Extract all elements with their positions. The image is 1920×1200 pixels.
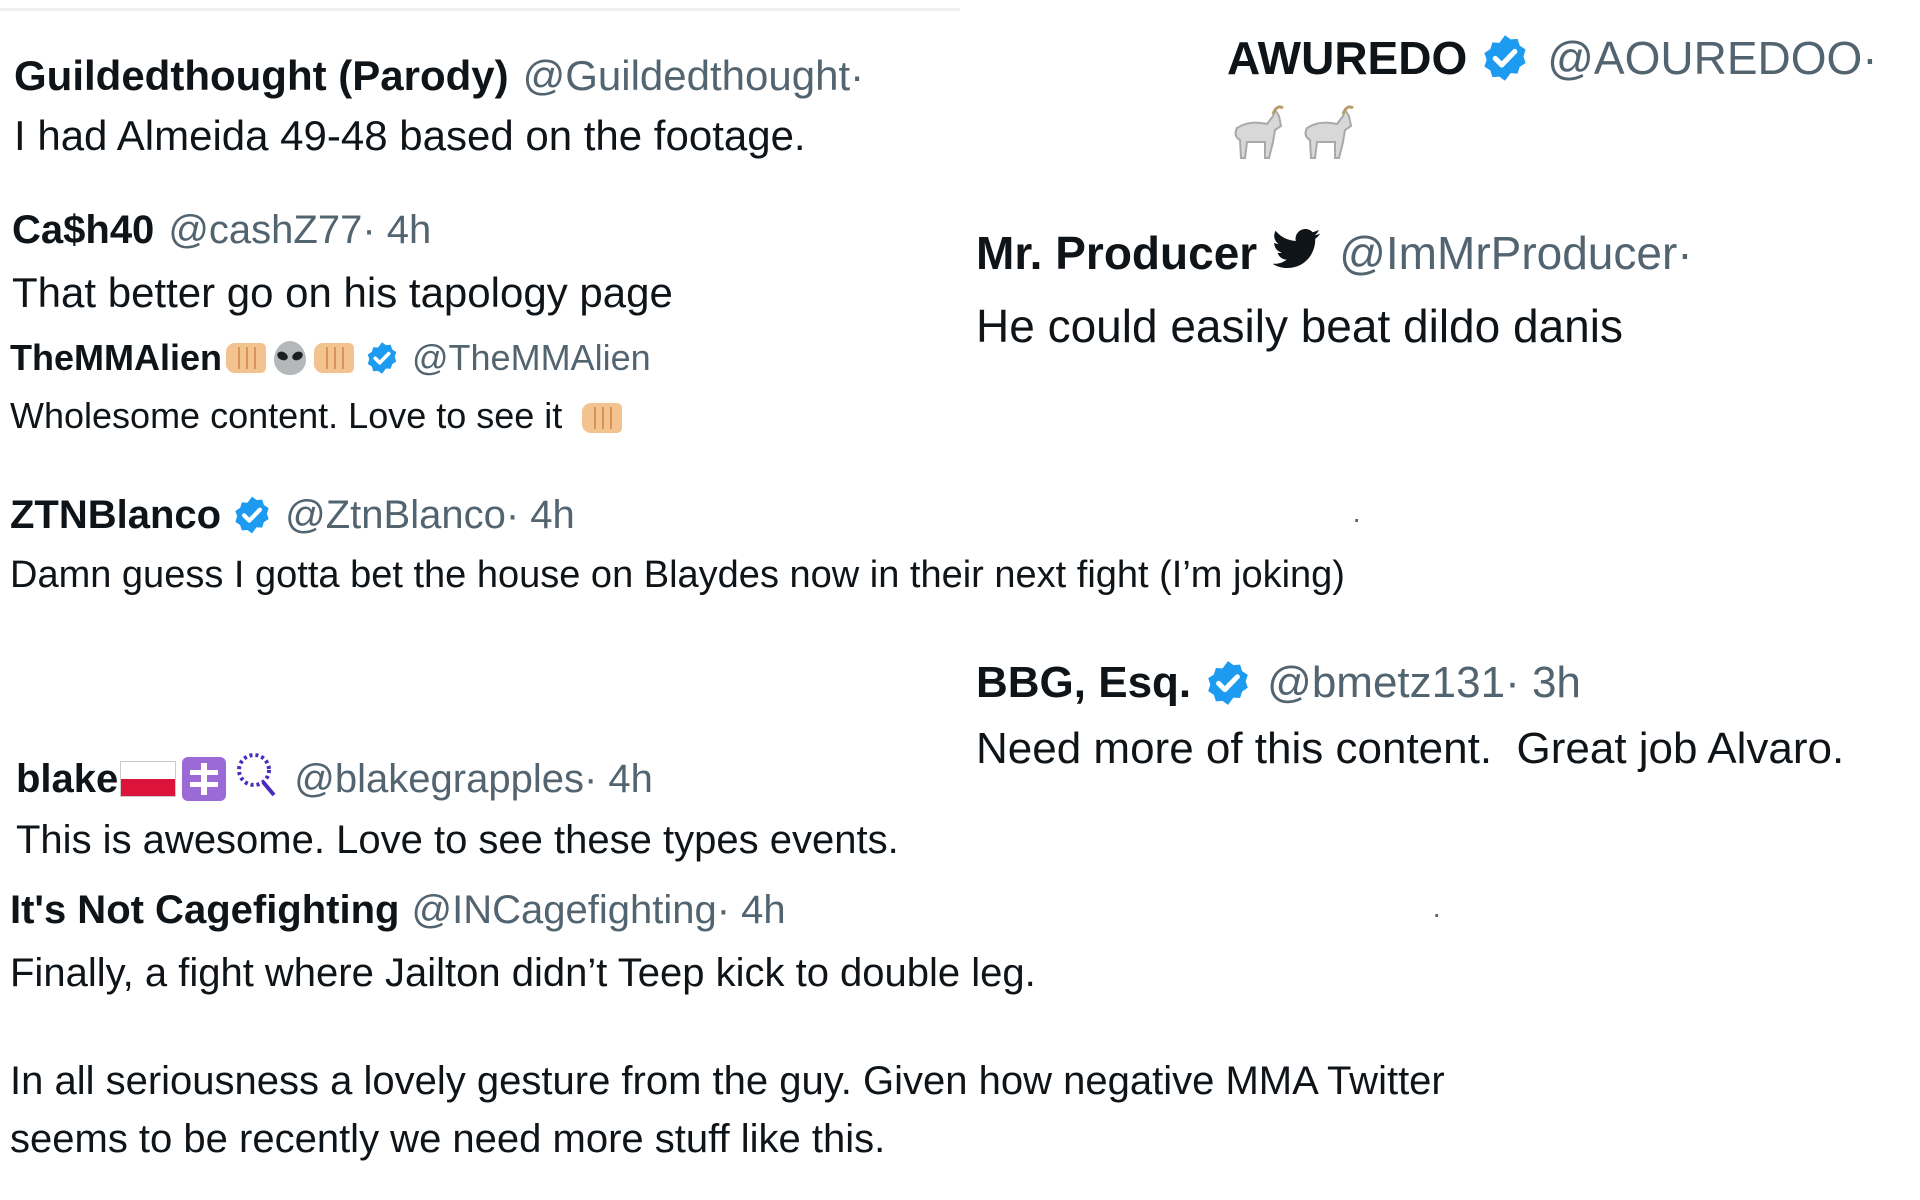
tweet-text: I had Almeida 49-48 based on the footage… [14,112,806,159]
tweet-meta: · [1677,227,1693,279]
oncoming-fist-emoji-icon [582,403,623,434]
author-name[interactable]: BBG, Esq. [976,658,1191,708]
tweet-cash40[interactable]: Ca$h40 @cashZ77 · 4h That better go on h… [12,205,673,317]
author-handle[interactable]: @TheMMAlien [412,337,651,379]
verified-badge-icon [1479,32,1531,84]
author-name[interactable]: blake [16,757,118,802]
tweet-bbg[interactable]: BBG, Esq. @bmetz131 · 3h Need more of th… [976,656,1844,774]
tweet-awuredo[interactable]: AWUREDO @AOUREDOO · [1227,30,1878,167]
oncoming-fist-emoji-icon [226,343,266,373]
tweet-meta: · [850,52,865,99]
tweet-text: Finally, a fight where Jailton didn’t Te… [10,951,1036,995]
poland-flag-emoji-icon [120,761,177,797]
tweet-meta: · 3h [1505,658,1581,707]
tweet-text: Wholesome content. Love to see it [10,395,563,436]
tweet-incagefighting[interactable]: It's Not Cagefighting @INCagefighting · … [10,885,1470,1168]
tweet-text: This is awesome. Love to see these types… [16,818,899,862]
tweet-text-continued: In all seriousness a lovely gesture from… [10,1059,1445,1161]
author-name[interactable]: TheMMAlien [10,337,222,379]
author-name[interactable]: Ca$h40 [12,208,154,253]
twitter-bird-icon [1272,226,1321,280]
tweet-themmalien[interactable]: TheMMAlien @TheMMAlien Wholesome content… [10,335,651,437]
tweet-ztnblanco[interactable]: ZTNBlanco @ZtnBlanco · 4h Damn guess I g… [10,490,1360,602]
verified-badge-icon [364,340,400,376]
tweet-guildedthought[interactable]: Guildedthought (Parody) @Guildedthought … [14,50,864,160]
tweet-text: Damn guess I gotta bet the house on Blay… [10,554,1345,596]
goat-emoji-icon [1227,104,1287,167]
tweet-text: Need more of this content. Great job Alv… [976,724,1845,773]
tweet-text: He could easily beat dildo danis [976,300,1623,352]
tweet-meta: · 4h [505,492,575,537]
tweet-meta: · 4h [362,207,432,252]
goat-emoji-icon [1297,104,1357,167]
author-handle[interactable]: @ZtnBlanco [285,493,506,538]
author-handle[interactable]: @blakegrapples [294,757,584,802]
tweet-meta: · 4h [583,756,653,801]
tweet-mrproducer[interactable]: Mr. Producer @ImMrProducer · He could ea… [976,225,1693,353]
orthodox-cross-emoji-icon [182,757,227,801]
verified-badge-icon [231,494,273,536]
author-name[interactable]: It's Not Cagefighting [10,888,399,933]
verified-badge-icon [1203,658,1253,708]
author-handle[interactable]: @Guildedthought [523,52,851,100]
oncoming-fist-emoji-icon [314,343,354,373]
tweet-meta: · [1862,32,1878,84]
dot-separator: · [1352,503,1362,534]
author-handle[interactable]: @ImMrProducer [1339,226,1677,280]
author-name[interactable]: ZTNBlanco [10,493,221,538]
dot-separator: · [1432,898,1442,929]
tweet-blake[interactable]: blake @blakegrapples · 4h This is awesom… [16,750,899,863]
author-name[interactable]: Mr. Producer [976,226,1257,280]
top-divider [0,8,960,11]
author-handle[interactable]: @INCagefighting [411,888,716,933]
author-name[interactable]: Guildedthought (Parody) [14,52,509,100]
author-handle[interactable]: @cashZ77 [168,208,362,253]
author-handle[interactable]: @bmetz131 [1267,658,1505,708]
author-handle[interactable]: @AOUREDOO [1547,31,1862,85]
tweet-text: That better go on his tapology page [12,269,673,316]
author-name[interactable]: AWUREDO [1227,31,1467,85]
tweet-meta: · 4h [716,887,786,932]
alien-emoji-icon [274,341,306,375]
prayer-beads-emoji-icon [232,749,282,809]
